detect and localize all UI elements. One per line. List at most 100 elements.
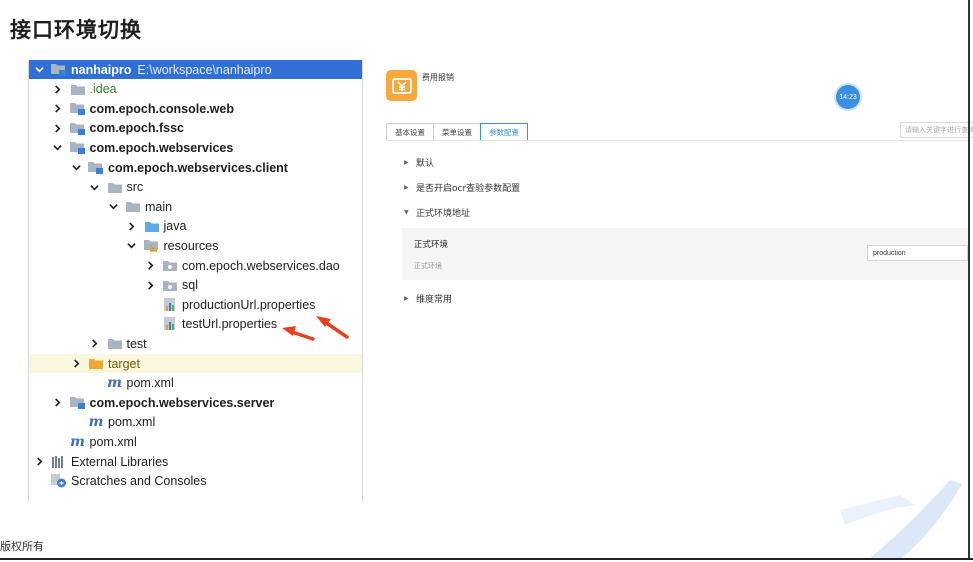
tab-menu-settings[interactable]: 菜单设置: [433, 123, 480, 141]
tree-item-label: java: [163, 219, 187, 234]
tree-row[interactable]: main: [29, 197, 362, 216]
bottom-border: [0, 558, 973, 560]
folder-icon: [107, 180, 123, 194]
chevron-right-icon[interactable]: [126, 220, 138, 232]
tree-item-label: com.epoch.console.web: [89, 101, 234, 116]
section-label: 默认: [416, 159, 435, 169]
time-badge[interactable]: 14:23: [836, 85, 860, 109]
tree-row[interactable]: com.epoch.webservices: [29, 138, 362, 157]
module-folder-icon: [69, 121, 86, 135]
tree-item-label: sql: [182, 278, 198, 293]
chevron-down-icon[interactable]: [126, 240, 138, 252]
tree-item-label: nanhaipro: [71, 62, 132, 77]
caret-right-icon: ▶: [404, 159, 409, 166]
arrow-to-production-url: [316, 316, 349, 339]
tree-row[interactable]: nanhaipro E:\workspace\nanhaipro: [29, 60, 362, 79]
tree-item-label: Scratches and Consoles: [71, 474, 207, 489]
section-default[interactable]: ▶ 默认: [404, 156, 434, 169]
field-description: 正式环境: [414, 262, 442, 270]
tree-row[interactable]: m pom.xml: [29, 413, 362, 432]
tree-row[interactable]: com.epoch.fssc: [29, 119, 362, 138]
tree-item-label: com.epoch.webservices.dao: [182, 258, 340, 273]
tree-row[interactable]: java: [29, 217, 362, 236]
tree-item-label: test: [126, 336, 147, 351]
tree-item-label: src: [126, 180, 144, 195]
chevron-right-icon[interactable]: [144, 279, 156, 291]
tree-row[interactable]: m pom.xml: [29, 432, 362, 451]
library-icon: [51, 455, 67, 469]
chevron-right-icon[interactable]: [52, 103, 64, 115]
chevron-right-icon[interactable]: [89, 338, 101, 350]
config-panel: 费用报销 14:23 基本设置 菜单设置 参数配置 请输入关键字进行查询 ▶ 默…: [380, 60, 973, 360]
package-folder-icon: [162, 259, 178, 273]
chevron-right-icon[interactable]: [70, 358, 82, 370]
chevron-right-icon[interactable]: [52, 397, 64, 409]
arrow-to-test-url: [282, 326, 315, 341]
chevron-down-icon[interactable]: [89, 181, 101, 193]
properties-file-icon: [162, 297, 178, 312]
maven-file-icon: m: [88, 414, 104, 431]
chevron-right-icon[interactable]: [144, 260, 156, 272]
tree-item-label: com.epoch.fssc: [89, 121, 184, 136]
tree-row[interactable]: com.epoch.webservices.dao: [29, 256, 362, 275]
section-label: 是否开启ocr查验参数配置: [416, 184, 521, 194]
section-label: 维度常用: [416, 295, 453, 305]
maven-file-icon: m: [70, 433, 85, 450]
resources-folder-icon: [144, 239, 160, 253]
folder-icon: [70, 82, 86, 96]
module-folder-icon: [69, 396, 86, 410]
tree-item-label: main: [145, 199, 173, 214]
tree-row[interactable]: Scratches and Consoles: [29, 472, 362, 491]
module-folder-icon: [88, 161, 104, 175]
chevron-right-icon[interactable]: [52, 83, 64, 95]
tab-divider: [386, 140, 968, 141]
chevron-down-icon[interactable]: [33, 64, 45, 76]
tree-item-label: pom.xml: [108, 415, 156, 430]
decorative-swoosh: [840, 480, 962, 558]
footer-copyright: 版权所有: [0, 540, 44, 553]
chevron-right-icon[interactable]: [33, 456, 45, 468]
properties-file-icon: [162, 317, 178, 331]
project-path: E:\workspace\nanhaipro: [137, 62, 272, 77]
section-production-address[interactable]: ▼ 正式环境地址: [404, 206, 470, 219]
app-icon: [386, 70, 417, 101]
chevron-right-icon[interactable]: [52, 122, 64, 134]
tree-item-label: .idea: [89, 82, 117, 97]
tree-row[interactable]: External Libraries: [29, 452, 362, 471]
tree-row[interactable]: .idea: [29, 80, 362, 99]
module-folder-icon: [69, 141, 86, 155]
excluded-folder-icon: [88, 357, 104, 371]
tree-row[interactable]: m pom.xml: [29, 374, 362, 393]
tree-item-label: com.epoch.webservices: [89, 140, 234, 155]
chevron-down-icon[interactable]: [70, 162, 82, 174]
tree-item-label: pom.xml: [89, 434, 137, 449]
expense-icon: [391, 77, 412, 94]
tab-parameter-config[interactable]: 参数配置: [480, 123, 528, 141]
maven-file-icon: m: [107, 375, 122, 392]
scratches-icon: [51, 474, 67, 488]
tree-item-label: com.epoch.webservices.client: [108, 160, 288, 175]
module-folder-icon: [69, 102, 86, 116]
tab-basic-settings[interactable]: 基本设置: [386, 123, 433, 141]
section-ocr-config[interactable]: ▶ 是否开启ocr查验参数配置: [404, 181, 520, 194]
chevron-down-icon[interactable]: [107, 201, 119, 213]
tree-row[interactable]: src: [29, 178, 362, 197]
caret-right-icon: ▶: [404, 295, 409, 302]
tree-row[interactable]: com.epoch.console.web: [29, 99, 362, 118]
tree-item-label: com.epoch.webservices.server: [89, 395, 275, 410]
tree-row[interactable]: target: [29, 354, 362, 373]
production-input[interactable]: production: [867, 245, 968, 261]
search-input[interactable]: 请输入关键字进行查询: [900, 122, 973, 138]
chevron-down-icon[interactable]: [52, 142, 64, 154]
tree-row[interactable]: sql: [29, 276, 362, 295]
section-dimension-common[interactable]: ▶ 维度常用: [404, 292, 452, 305]
tree-row[interactable]: resources: [29, 236, 362, 255]
tree-row[interactable]: com.epoch.webservices.client: [29, 158, 362, 177]
section-label: 正式环境地址: [416, 209, 471, 219]
tree-row[interactable]: com.epoch.webservices.server: [29, 393, 362, 412]
